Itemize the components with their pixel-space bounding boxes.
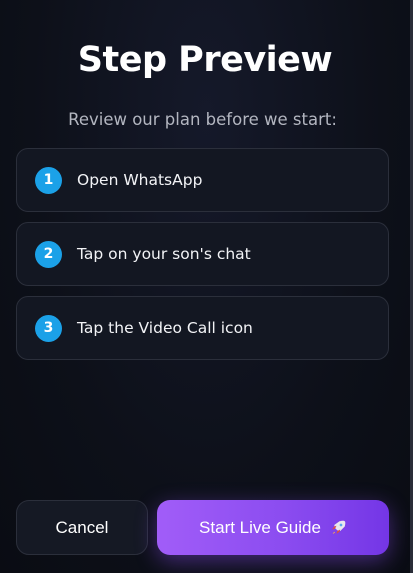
step-number-badge: 2 [35, 240, 62, 268]
start-live-guide-button[interactable]: Start Live Guide [157, 500, 389, 555]
step-label: Tap on your son's chat [77, 245, 251, 263]
steps-list: 1 Open WhatsApp 2 Tap on your son's chat… [16, 148, 389, 370]
step-number-badge: 3 [35, 314, 62, 342]
cancel-button-label: Cancel [55, 517, 109, 537]
start-button-label: Start Live Guide [199, 517, 321, 537]
rocket-icon [329, 519, 347, 537]
step-item-1: 1 Open WhatsApp [16, 148, 389, 212]
action-footer: Cancel Start Live Guide [16, 500, 389, 556]
step-label: Open WhatsApp [77, 171, 203, 189]
step-item-3: 3 Tap the Video Call icon [16, 296, 389, 360]
step-label: Tap the Video Call icon [77, 319, 253, 337]
cancel-button[interactable]: Cancel [16, 500, 148, 555]
step-number-badge: 1 [35, 166, 62, 194]
page-subtitle: Review our plan before we start: [68, 110, 337, 129]
page-title: Step Preview [77, 40, 333, 80]
step-item-2: 2 Tap on your son's chat [16, 222, 389, 286]
